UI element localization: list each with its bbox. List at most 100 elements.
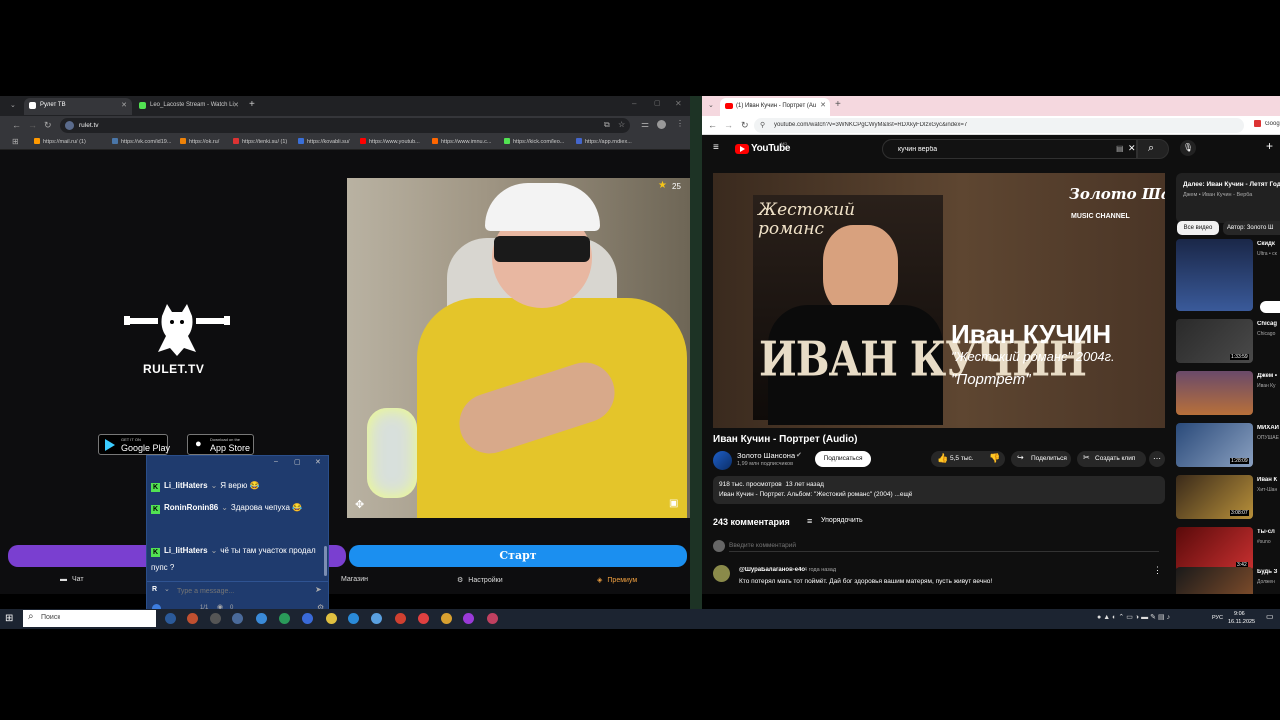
extensions-icon[interactable]: ⚌	[641, 119, 649, 130]
chrome-icon[interactable]	[441, 613, 452, 624]
filter-chip-author[interactable]: Автор: Золото Ш	[1223, 221, 1280, 235]
close-icon[interactable]: ✕	[820, 101, 826, 109]
close-icon[interactable]: ✕	[233, 101, 239, 109]
chevron-down-icon[interactable]: ⌄	[164, 585, 170, 593]
gift-icon[interactable]: ▣	[669, 498, 678, 509]
taskbar-search[interactable]: ⌕ Поиск	[23, 610, 156, 627]
clip-button[interactable]: ✂ Создать клип	[1077, 451, 1146, 467]
address-bar[interactable]: ⚲ youtube.com/watch?v=3WNKCPgCWyM&list=R…	[754, 118, 1244, 133]
subscribe-button[interactable]: Подписаться	[815, 451, 871, 467]
recommended-item[interactable]: Будь З Должен	[1176, 567, 1280, 594]
bookmark-item[interactable]: https://www.imnu.c...	[432, 138, 491, 145]
like-icon[interactable]: 👍	[937, 453, 948, 464]
site-info-icon[interactable]: ⚲	[760, 121, 765, 129]
language-indicator[interactable]: РУС	[1212, 615, 1223, 621]
bookmark-item[interactable]: https://kick.com/leo...	[504, 138, 564, 145]
bookmark-star-icon[interactable]: ☆	[618, 120, 625, 129]
send-icon[interactable]: ➤	[315, 585, 322, 594]
tab-kick[interactable]: Leo_Lacoste Stream - Watch Li ✕	[134, 98, 244, 115]
chat-username[interactable]: Li_litHaters	[164, 546, 208, 555]
bookmark-item[interactable]: https://ok.ru/	[180, 138, 219, 145]
sort-icon[interactable]: ≡	[807, 516, 812, 526]
close-icon[interactable]: ✕	[315, 458, 321, 466]
create-icon[interactable]: +	[1266, 139, 1273, 153]
forward-icon[interactable]: →	[28, 120, 37, 130]
keyboard-icon[interactable]: ▤	[1116, 144, 1124, 153]
clear-search-icon[interactable]: ✕	[1128, 143, 1136, 154]
minimize-icon[interactable]: –	[632, 99, 636, 108]
app-icon[interactable]	[279, 613, 290, 624]
minimize-icon[interactable]: –	[274, 458, 278, 465]
channel-avatar[interactable]	[713, 451, 732, 470]
reload-icon[interactable]: ↻	[741, 120, 749, 131]
notifications-icon[interactable]: ▭	[1266, 612, 1274, 621]
commenter-avatar[interactable]	[713, 565, 730, 582]
address-bar[interactable]: rulet.tv ⧉ ☆	[60, 118, 630, 133]
chat-username[interactable]: Li_litHaters	[164, 481, 208, 490]
tab-youtube[interactable]: (1) Иван Кучин - Портрет (Au ✕	[720, 98, 830, 116]
maximize-icon[interactable]: ▢	[654, 99, 661, 107]
bookmark-item[interactable]: https://app.rndiex...	[576, 138, 632, 145]
tab-rulet[interactable]: Рулет ТВ ✕	[24, 98, 132, 115]
like-count[interactable]: 5,5 тыс.	[950, 455, 974, 462]
chrome-icon[interactable]	[463, 613, 474, 624]
google-icon[interactable]	[1254, 120, 1261, 127]
buy-button[interactable]	[1260, 301, 1280, 313]
voice-search-icon[interactable]: 🎙	[1180, 140, 1196, 156]
app-icon[interactable]	[256, 613, 267, 624]
chat-message-input[interactable]	[177, 585, 307, 597]
new-tab-icon[interactable]: +	[249, 99, 255, 110]
close-icon[interactable]: ✕	[121, 101, 127, 109]
bookmark-item[interactable]: https://kovabli.su/	[298, 138, 350, 145]
recommended-item[interactable]: 1:33:59 Chicag Chicago	[1176, 319, 1280, 367]
nav-chat[interactable]: ▬ Чат	[60, 576, 84, 583]
app-icon[interactable]	[187, 613, 198, 624]
youtube-search-box[interactable]: кучин верба ▤ ✕	[882, 139, 1137, 159]
app-icon[interactable]	[326, 613, 337, 624]
comment-author[interactable]: @ШураБалаганов-е4о	[739, 567, 805, 573]
install-icon[interactable]: ⧉	[604, 120, 610, 130]
video-player[interactable]: Жестокий романс ИВАН КУЧИН Иван КУЧИН "Ж…	[713, 173, 1165, 428]
new-tab-icon[interactable]: +	[835, 99, 841, 110]
fullscreen-icon[interactable]: ✥	[355, 498, 364, 511]
back-icon[interactable]: ←	[12, 120, 21, 130]
bookmark-item[interactable]: https://www.youtub...	[360, 138, 420, 145]
app-icon[interactable]	[395, 613, 406, 624]
app-icon[interactable]	[232, 613, 243, 624]
dislike-icon[interactable]: 👎	[989, 453, 1000, 464]
maximize-icon[interactable]: ▢	[294, 458, 301, 466]
share-button[interactable]: ↪ Поделиться	[1011, 451, 1071, 467]
task-view-icon[interactable]	[165, 613, 176, 624]
bookmark-item[interactable]: https://vk.com/id19...	[112, 138, 171, 145]
app-icon[interactable]	[210, 613, 221, 624]
tab-search-icon[interactable]: ⌄	[10, 101, 16, 109]
app-icon[interactable]	[302, 613, 313, 624]
hamburger-menu-icon[interactable]: ≡	[713, 142, 719, 153]
app-icon[interactable]	[371, 613, 382, 624]
comment-menu-icon[interactable]: ⋮	[1153, 565, 1162, 576]
nav-shop[interactable]: Магазин	[341, 576, 368, 583]
chat-username[interactable]: RoninRonin86	[164, 503, 218, 512]
edge-icon[interactable]	[348, 613, 359, 624]
identity-icon[interactable]: R	[152, 586, 157, 593]
start-menu-icon[interactable]: ⊞	[5, 613, 13, 624]
clock-time[interactable]: 9:06	[1234, 611, 1245, 617]
google-play-button[interactable]: GET IT ON Google Play	[98, 434, 170, 455]
recommended-item[interactable]: Джем • Иван Ку	[1176, 371, 1280, 419]
start-button[interactable]: Старт	[349, 545, 687, 567]
search-button[interactable]: ⌕	[1137, 139, 1169, 159]
bookmark-item[interactable]: https://tenki.su/ (1)	[233, 138, 287, 145]
sort-label[interactable]: Упорядочить	[821, 517, 863, 524]
comment-input[interactable]	[729, 540, 1159, 552]
apps-grid-icon[interactable]: ⊞	[12, 137, 19, 146]
nav-premium[interactable]: ◈ Премиум	[597, 576, 637, 584]
recommended-item[interactable]: 1:28:09 МИХАИ ОПУШАЕ	[1176, 423, 1280, 471]
forward-icon[interactable]: →	[724, 120, 733, 130]
tray-icons[interactable]: ●▲◐⌃▭◑▬✎▤♪	[1097, 613, 1172, 621]
site-info-icon[interactable]	[65, 121, 74, 130]
chat-scrollbar[interactable]	[324, 546, 327, 576]
chrome-icon[interactable]	[418, 613, 429, 624]
recommended-item[interactable]: 3:08:07 Иван К Хит-Шан	[1176, 475, 1280, 523]
app-store-button[interactable]: ● Download on the App Store	[187, 434, 254, 455]
bookmark-item[interactable]: https://mail.ru/ (1)	[34, 138, 86, 145]
